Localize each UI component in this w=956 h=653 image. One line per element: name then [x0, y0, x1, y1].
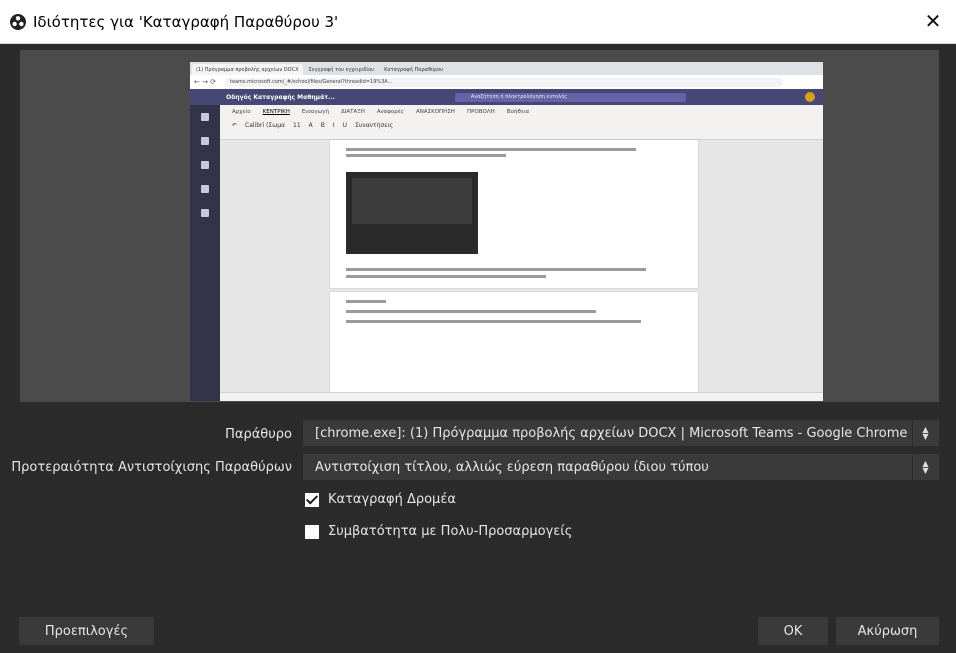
- match-priority-value: Αντιστοίχιση τίτλου, αλλιώς εύρεση παραθ…: [315, 459, 709, 475]
- preview-nav-icons: ← → ⟳: [194, 78, 217, 86]
- window-title: Ιδιότητες για 'Καταγραφή Παραθύρου 3': [33, 12, 339, 31]
- window-select-value: [chrome.exe]: (1) Πρόγραμμα προβολής αρχ…: [315, 425, 908, 441]
- preview-browser-tabs: (1) Πρόγραμμα προβολής αρχείων DOCX Συγγ…: [190, 62, 823, 75]
- preview-ribbon-tab: Εισαγωγή: [301, 109, 329, 115]
- match-priority-label: Προτεραιότητα Αντιστοίχισης Παραθύρων: [11, 460, 292, 475]
- capture-cursor-checkbox-row[interactable]: Καταγραφή Δρομέα: [305, 492, 456, 507]
- preview-rail-item: [190, 177, 220, 201]
- preview-tab: (1) Πρόγραμμα προβολής αρχείων DOCX: [192, 64, 303, 75]
- preview-url: teams.microsoft.com/_#/school/files/Gene…: [224, 77, 783, 87]
- updown-arrows-icon: ▲ ▼: [912, 454, 938, 480]
- preview-teams-header: Οδηγός Καταγραφής Μαθημάτ... Αναζήτηση ή…: [190, 89, 823, 105]
- preview-page: [330, 292, 698, 400]
- preview-address-bar: ← → ⟳ teams.microsoft.com/_#/school/file…: [190, 75, 823, 90]
- preview-text-line: [346, 275, 546, 278]
- preview-text-line: [346, 268, 646, 271]
- updown-arrows-icon: ▲ ▼: [912, 420, 938, 446]
- captured-window-preview: (1) Πρόγραμμα προβολής αρχείων DOCX Συγγ…: [190, 62, 823, 401]
- preview-tool: A: [308, 122, 313, 129]
- preview-page: [330, 140, 698, 288]
- preview-ribbon-tab: ΔΙΑΤΑΞΗ: [340, 109, 365, 115]
- multi-adapter-checkbox[interactable]: [305, 524, 319, 539]
- preview-avatar: [805, 92, 815, 102]
- preview-tab: Καταγραφή Παραθύρου: [380, 64, 448, 75]
- preview-ribbon-tab: Αρχείο: [232, 109, 251, 115]
- preview-rail-item: [190, 201, 220, 225]
- preview-teams-title: Οδηγός Καταγραφής Μαθημάτ...: [226, 93, 335, 101]
- preview-ribbon-tabs: Αρχείο ΚΕΝΤΡΙΚΗ Εισαγωγή ΔΙΑΤΑΞΗ Αναφορέ…: [220, 105, 823, 115]
- preview-ribbon-tab: Αναφορές: [376, 109, 404, 115]
- preview-status-bar: [220, 392, 823, 401]
- preview-rail-item: [190, 153, 220, 177]
- window-select[interactable]: [chrome.exe]: (1) Πρόγραμμα προβολής αρχ…: [303, 420, 939, 446]
- preview-tool: ↶: [232, 122, 238, 129]
- preview-rail-item: [190, 129, 220, 153]
- preview-teams-rail: [190, 105, 220, 401]
- preview-tool: I: [332, 122, 335, 129]
- capture-cursor-label: Καταγραφή Δρομέα: [328, 492, 456, 507]
- preview-tool: Calibri (Σωμα: [245, 122, 286, 129]
- preview-dialog-body: [352, 178, 472, 224]
- preview-text-line: [346, 148, 636, 151]
- preview-word-ribbon: Αρχείο ΚΕΝΤΡΙΚΗ Εισαγωγή ΔΙΑΤΑΞΗ Αναφορέ…: [220, 105, 823, 140]
- preview-tool: 11: [293, 122, 301, 129]
- title-bar: Ιδιότητες για 'Καταγραφή Παραθύρου 3' ✕: [0, 0, 956, 44]
- cancel-button[interactable]: Ακύρωση: [836, 617, 939, 645]
- match-priority-select[interactable]: Αντιστοίχιση τίτλου, αλλιώς εύρεση παραθ…: [303, 454, 939, 480]
- multi-adapter-checkbox-row[interactable]: Συμβατότητα με Πολυ-Προσαρμογείς: [305, 524, 572, 539]
- preview-tool: Συναντήσεις: [355, 122, 394, 129]
- capture-cursor-checkbox[interactable]: [305, 492, 319, 507]
- preview-dialog-titlebar: [346, 164, 478, 172]
- ok-button[interactable]: OK: [758, 617, 828, 645]
- preview-teams-search: Αναζήτηση ή πληκτρολόγηση εντολής: [454, 92, 686, 102]
- preview-text-line: [346, 154, 506, 157]
- preview-ribbon-tab: ΠΡΟΒΟΛΗ: [466, 109, 495, 115]
- close-icon[interactable]: ✕: [910, 0, 956, 43]
- window-label: Παράθυρο: [225, 427, 292, 442]
- multi-adapter-label: Συμβατότητα με Πολυ-Προσαρμογείς: [328, 524, 573, 539]
- preview-text-line: [346, 300, 386, 303]
- preview-document-area: [220, 140, 823, 401]
- preview-ribbon-tab: Βοήθεια: [506, 109, 530, 115]
- preview-tool: U: [342, 122, 348, 129]
- preview-dialog-screenshot: [346, 164, 478, 254]
- preview-text-line: [346, 320, 641, 323]
- preview-ribbon-tools: ↶ Calibri (Σωμα 11 A B I U Συναντήσεις: [220, 115, 823, 129]
- preview-ribbon-tab: ΚΕΝΤΡΙΚΗ: [262, 109, 290, 115]
- source-preview: (1) Πρόγραμμα προβολής αρχείων DOCX Συγγ…: [20, 50, 939, 402]
- preview-ribbon-tab: ΑΝΑΣΚΟΠΗΣΗ: [416, 109, 455, 115]
- preview-tab: Συγγραφή του εγχειριδίου: [304, 64, 379, 75]
- preview-tool: B: [320, 122, 325, 129]
- preview-rail-item: [190, 105, 220, 129]
- defaults-button[interactable]: Προεπιλογές: [19, 617, 154, 645]
- obs-logo-icon: [10, 13, 26, 30]
- preview-text-line: [346, 310, 596, 313]
